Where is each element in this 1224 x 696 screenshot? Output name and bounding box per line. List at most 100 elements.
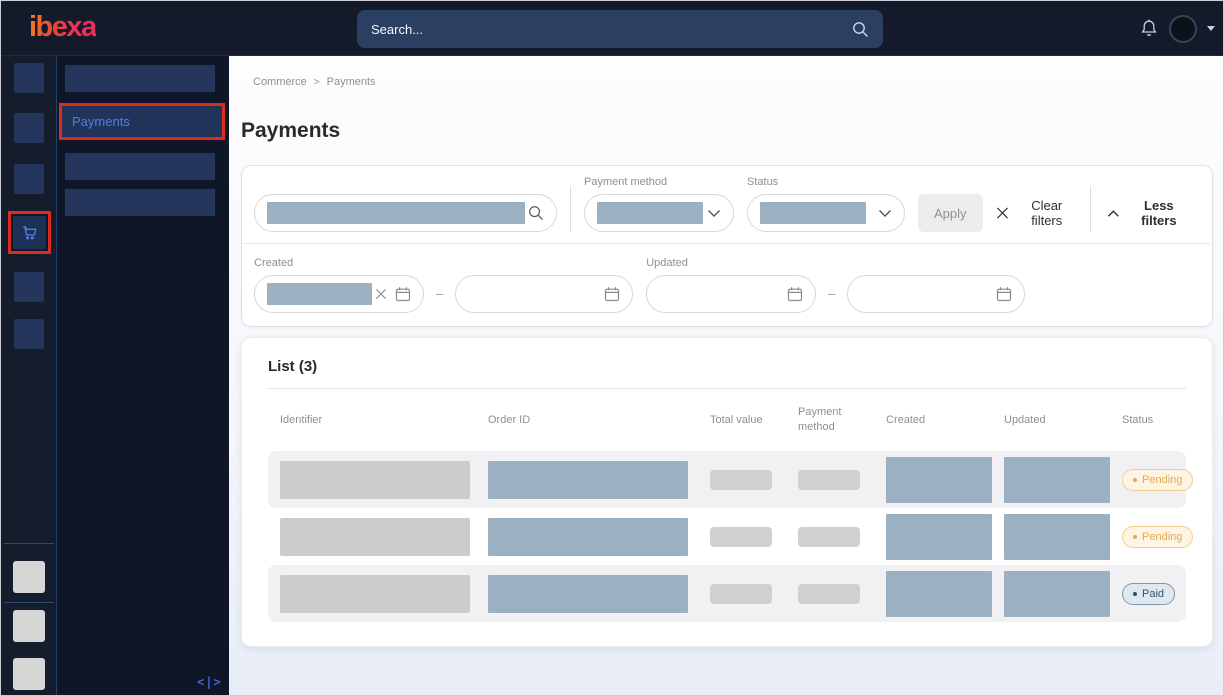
redacted-selected-value [597,202,703,224]
less-filters-button[interactable]: Less filters [1107,194,1190,232]
sidebar-item-4[interactable] [65,189,215,216]
payment-method-filter-group: Payment method [584,176,734,232]
rail-item-3[interactable] [14,164,44,194]
user-menu-caret-icon[interactable] [1207,26,1215,31]
column-header-total-value: Total value [710,413,798,428]
list-title: List (3) [268,358,1186,375]
rail-bottom-item-1[interactable] [13,561,45,593]
close-icon [996,206,1009,220]
rail-bottom-item-3[interactable] [13,658,45,690]
redacted-created [886,457,992,503]
calendar-icon[interactable] [395,286,411,302]
range-dash: – [828,286,835,313]
topbar: ibexa Search... [1,1,1223,56]
redacted-updated [1004,571,1110,617]
created-range-group: Created [254,257,633,313]
payment-method-label: Payment method [584,176,734,190]
secondary-sidebar: Payments <|> [57,56,229,695]
redacted-total-value [710,470,772,490]
breadcrumb: Commerce > Payments [253,76,1223,88]
filters-row-primary: Payment method Status [242,166,1212,243]
redacted-identifier [280,461,470,499]
chevron-down-icon [707,209,721,218]
sidebar-item-1[interactable] [65,65,215,92]
redacted-created [886,514,992,560]
table-row[interactable]: Pending [268,451,1186,508]
column-header-updated: Updated [1004,413,1122,428]
rail-item-6[interactable] [14,319,44,349]
annotation-highlight-payments: Payments [59,103,225,140]
annotation-highlight-cart [8,211,51,254]
app-screen: ibexa Search... [0,0,1224,696]
filter-search-input[interactable] [254,194,557,232]
breadcrumb-parent[interactable]: Commerce [253,76,307,88]
calendar-icon[interactable] [787,286,803,302]
redacted-order-id [488,518,688,556]
search-placeholder: Search... [371,22,423,37]
rail-item-1[interactable] [14,63,44,93]
redacted-identifier [280,575,470,613]
rail-divider [4,602,54,603]
notifications-bell-icon[interactable] [1139,18,1159,40]
apply-button[interactable]: Apply [918,194,983,232]
updated-label: Updated [646,257,1025,271]
app-logo[interactable]: ibexa [29,11,96,44]
status-select[interactable] [747,194,905,232]
table-row[interactable]: Paid [268,565,1186,622]
chevron-down-icon [878,209,892,218]
redacted-order-id [488,461,688,499]
calendar-icon[interactable] [996,286,1012,302]
redacted-payment-method [798,470,860,490]
status-filter-group: Status [747,176,905,232]
redacted-total-value [710,584,772,604]
sidebar-item-payments[interactable]: Payments [62,106,222,137]
shopping-cart-icon [20,223,39,242]
less-filters-group: Less filters [1090,186,1200,232]
rail-item-5[interactable] [14,272,44,302]
status-badge: Paid [1122,583,1175,605]
status-dot-icon [1133,592,1137,596]
search-icon [852,21,869,38]
redacted-identifier [280,518,470,556]
calendar-icon[interactable] [604,286,620,302]
column-header-status: Status [1122,413,1174,428]
status-badge: Pending [1122,526,1193,548]
rail-bottom-item-2[interactable] [13,610,45,642]
sidebar-item-3[interactable] [65,153,215,180]
status-label: Status [747,176,905,190]
clear-filters-label: Clear filters [1016,198,1077,228]
less-filters-label: Less filters [1128,198,1190,228]
column-header-payment-method: Payment method [798,405,886,435]
body: Payments <|> Commerce > Payments Payment… [1,56,1223,695]
divider [570,186,571,232]
icon-rail [1,56,57,695]
page-title: Payments [241,119,1223,143]
column-header-created: Created [886,413,1004,428]
rail-item-2[interactable] [14,113,44,143]
rail-item-commerce[interactable] [13,216,46,249]
updated-from-input[interactable] [646,275,816,313]
updated-to-input[interactable] [847,275,1025,313]
redacted-total-value [710,527,772,547]
payment-method-select[interactable] [584,194,734,232]
column-header-order-id: Order ID [488,413,710,428]
search-filter-group [254,176,557,232]
table-row[interactable]: Pending [268,508,1186,565]
created-from-input[interactable] [254,275,424,313]
global-search-input[interactable]: Search... [357,10,883,48]
redacted-payment-method [798,584,860,604]
user-avatar[interactable] [1169,15,1197,43]
sidebar-collapse-toggle[interactable]: <|> [197,675,222,689]
breadcrumb-separator: > [314,77,320,88]
redacted-date-value [267,283,372,305]
filters-card: Payment method Status [241,165,1213,327]
clear-filters-button[interactable]: Clear filters [996,194,1077,232]
payments-list-card: List (3) Identifier Order ID Total value… [241,337,1213,647]
column-header-identifier: Identifier [280,413,488,428]
table-header-row: Identifier Order ID Total value Payment … [268,389,1186,451]
redacted-selected-value [760,202,866,224]
created-to-input[interactable] [455,275,633,313]
redacted-updated [1004,457,1110,503]
redacted-created [886,571,992,617]
clear-value-icon[interactable] [375,288,387,300]
